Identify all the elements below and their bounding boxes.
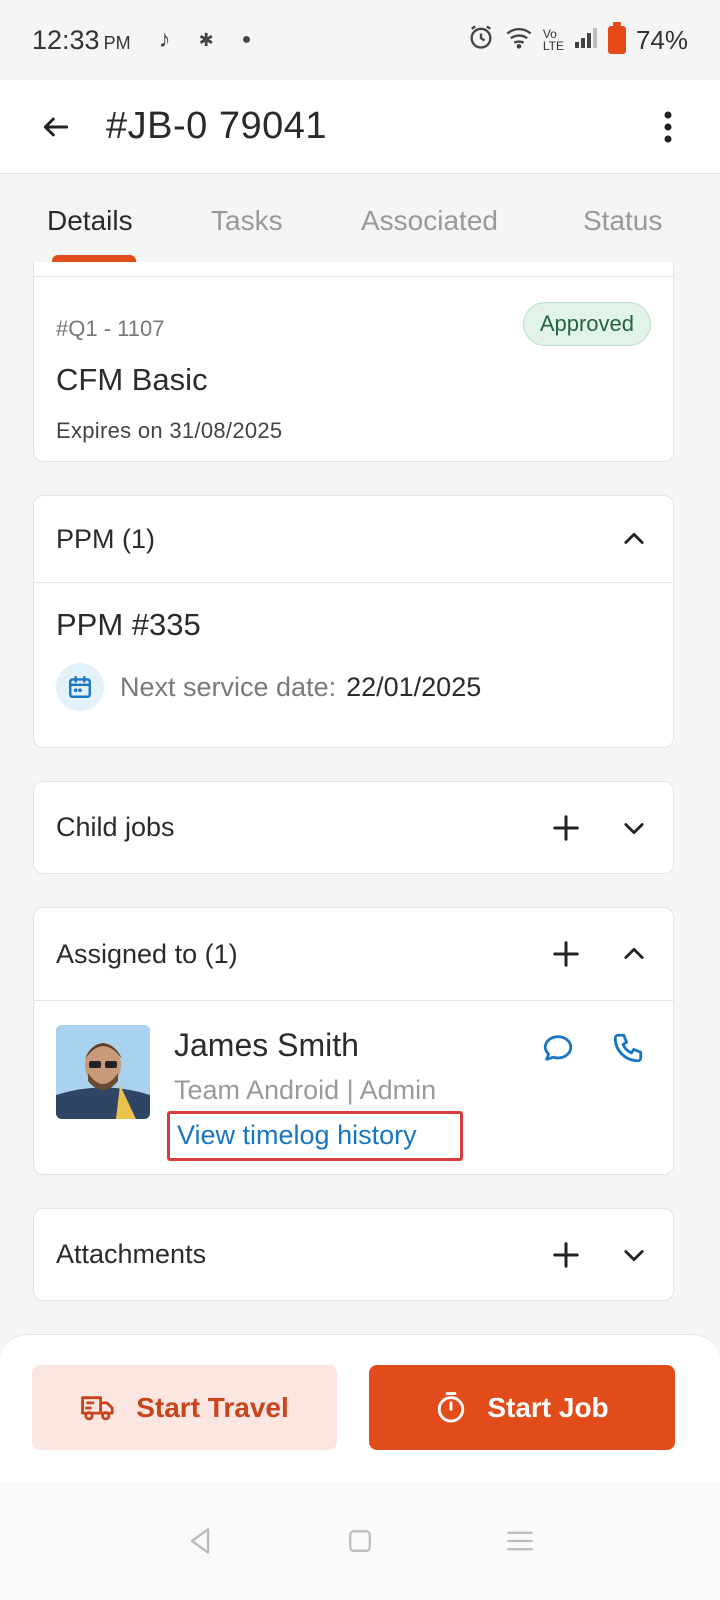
attachments-card: Attachments [33, 1208, 674, 1301]
chevron-down-icon [624, 822, 644, 834]
notification-icon: ✱ [198, 29, 214, 50]
nav-home-button[interactable] [340, 1521, 380, 1561]
tab-details[interactable]: Details [47, 205, 133, 237]
phone-icon [613, 1033, 643, 1063]
truck-icon [81, 1395, 114, 1420]
collapse-ppm-button[interactable] [617, 522, 651, 556]
calendar-icon [56, 663, 104, 711]
quote-number: #Q1 - 1107 [56, 316, 165, 341]
message-button[interactable] [541, 1031, 575, 1065]
chevron-up-icon [624, 532, 644, 544]
plus-icon [553, 1241, 579, 1268]
plus-icon [553, 941, 579, 967]
child-jobs-card: Child jobs [33, 781, 674, 874]
plus-icon [553, 814, 579, 841]
arrow-left-icon [43, 117, 69, 136]
more-vertical-icon [664, 111, 672, 142]
app-bar: #JB-0 79041 [0, 80, 720, 174]
stopwatch-icon [438, 1391, 465, 1423]
music-note-icon: ♪ [158, 26, 171, 53]
expand-child-jobs-button[interactable] [617, 811, 651, 845]
bottom-action-bar: Start Travel Start Job [0, 1334, 720, 1482]
battery-icon [607, 22, 626, 54]
tab-status[interactable]: Status [583, 205, 662, 237]
nav-back-button[interactable] [180, 1521, 220, 1561]
start-travel-label: Start Travel [136, 1391, 289, 1423]
triangle-back-icon [190, 1528, 210, 1554]
ppm-name: PPM #335 [56, 607, 201, 642]
status-bar: 12:33 PM ♪ ✱ ● Vo LTE 74% [0, 0, 720, 80]
assigned-card: Assigned to (1) James Smith Team Android… [33, 907, 674, 1175]
page-title: #JB-0 79041 [106, 105, 327, 147]
collapse-assigned-button[interactable] [617, 937, 651, 971]
status-time: 12:33 PM [32, 24, 131, 55]
view-timelog-link[interactable]: View timelog history [167, 1111, 463, 1161]
attachments-header[interactable]: Attachments [34, 1209, 673, 1300]
system-nav-bar [0, 1482, 720, 1600]
tab-tasks[interactable]: Tasks [211, 205, 283, 237]
status-badge: Approved [522, 302, 651, 346]
assignee-name: James Smith [174, 1027, 359, 1063]
tab-bar: Details Tasks Associated Status [0, 175, 720, 263]
nav-menu-button[interactable] [500, 1521, 540, 1561]
chat-bubble-icon [543, 1035, 573, 1061]
ppm-header[interactable]: PPM (1) [34, 496, 673, 582]
ppm-item[interactable]: PPM #335 Next service date: 22/01/2025 [34, 583, 673, 735]
dot-icon: ● [241, 31, 252, 48]
more-options-button[interactable] [648, 103, 688, 151]
back-button[interactable] [32, 103, 80, 151]
square-home-icon [349, 1530, 371, 1552]
expand-attachments-button[interactable] [617, 1238, 651, 1272]
child-jobs-header[interactable]: Child jobs [34, 782, 673, 873]
attachments-label: Attachments [56, 1239, 207, 1269]
quote-name: CFM Basic [56, 362, 208, 397]
child-jobs-label: Child jobs [56, 812, 175, 842]
next-service-label: Next service date: [120, 671, 337, 702]
ppm-card: PPM (1) PPM #335 Next service date: 22/0… [33, 495, 674, 748]
wifi-icon [505, 25, 533, 56]
ppm-header-label: PPM (1) [56, 523, 156, 554]
alarm-icon [467, 23, 495, 58]
quote-card[interactable]: #Q1 - 1107 Approved CFM Basic Expires on… [33, 262, 675, 462]
add-assignee-button[interactable] [549, 937, 583, 971]
assignee-row: James Smith Team Android | Admin View ti… [34, 1001, 673, 1181]
tab-associated[interactable]: Associated [361, 205, 498, 237]
add-attachment-button[interactable] [549, 1238, 583, 1272]
add-child-job-button[interactable] [549, 811, 583, 845]
assigned-header[interactable]: Assigned to (1) [34, 908, 673, 1000]
menu-lines-icon [507, 1531, 533, 1551]
battery-percent: 74% [635, 24, 688, 55]
start-job-button[interactable]: Start Job [369, 1365, 675, 1450]
volte-icon: Vo LTE [542, 27, 564, 53]
start-travel-button[interactable]: Start Travel [32, 1365, 337, 1450]
assignee-role: Team Android | Admin [174, 1075, 437, 1105]
avatar [56, 1025, 150, 1119]
chevron-up-icon [624, 947, 644, 959]
assigned-label: Assigned to (1) [56, 938, 238, 969]
chevron-down-icon [624, 1249, 644, 1261]
call-button[interactable] [611, 1031, 645, 1065]
signal-icon [574, 25, 598, 56]
next-service-date: 22/01/2025 [346, 671, 482, 702]
quote-expiry: Expires on 31/08/2025 [56, 418, 283, 443]
start-job-label: Start Job [487, 1391, 609, 1423]
